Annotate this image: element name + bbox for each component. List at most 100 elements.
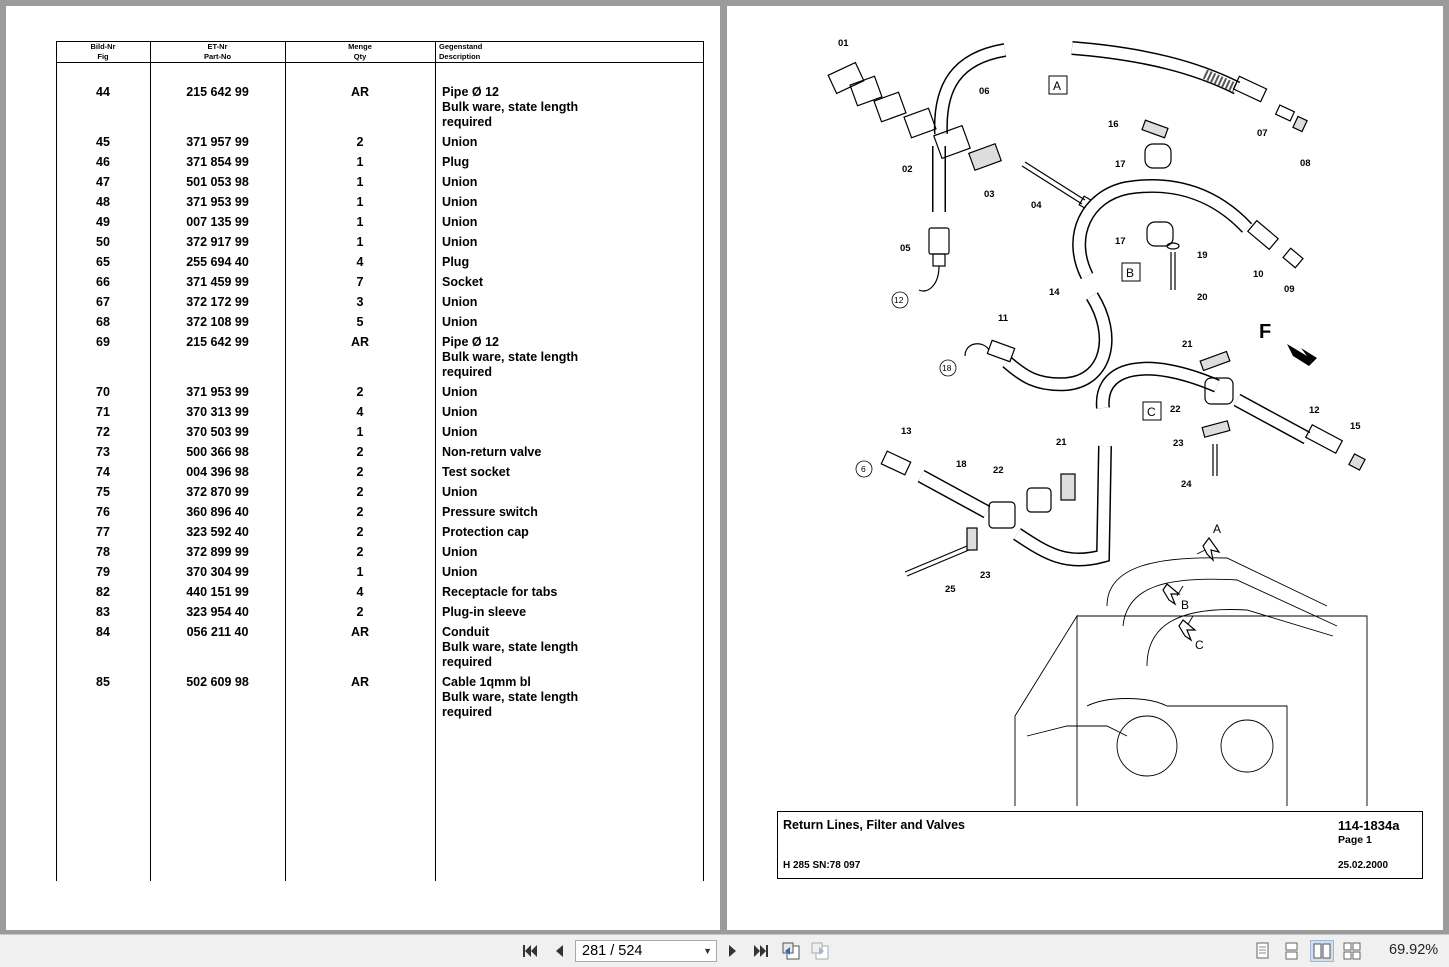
part-number-cell: 501 053 98 [186, 175, 249, 189]
description-line: Bulk ware, state length [442, 350, 579, 364]
callout-08: 08 [1300, 158, 1311, 169]
description-cell: Cable 1qmm bl Bulk ware, state length requ… [442, 675, 702, 720]
go-forward-view-button[interactable] [809, 940, 831, 962]
continuous-facing-view-button[interactable] [1341, 940, 1363, 962]
description-line: Conduit [442, 625, 490, 639]
callout-25: 25 [945, 584, 956, 595]
table-header-rule [56, 62, 704, 63]
description-line: required [442, 705, 493, 719]
go-back-view-button[interactable] [780, 940, 802, 962]
part-number-cell: 370 304 99 [186, 565, 249, 579]
quantity-cell: 1 [356, 195, 364, 209]
callout-04: 04 [1031, 200, 1042, 211]
description-line: Union [442, 485, 478, 499]
fig-number-cell: 84 [96, 625, 110, 639]
callout-23b: 23 [980, 570, 991, 581]
part-number-cell: 255 694 40 [186, 255, 249, 269]
description-cell: Conduit Bulk ware, state length required [442, 625, 702, 670]
description-line: Union [442, 565, 478, 579]
part-number-cell: 371 957 99 [186, 135, 249, 149]
callout-20: 20 [1197, 292, 1208, 303]
part-number-cell: 440 151 99 [186, 585, 249, 599]
callout-11: 11 [998, 313, 1009, 324]
description-cell: Plug [442, 255, 702, 270]
table-col-border [435, 41, 436, 881]
description-cell: Pipe Ø 12 Bulk ware, state length required [442, 335, 702, 380]
part-number-cell: 371 854 99 [186, 155, 249, 169]
description-cell: Union [442, 545, 702, 560]
header-fig: Bild-Nr Fig [56, 42, 150, 62]
previous-page-button[interactable] [548, 940, 570, 962]
description-cell: Union [442, 195, 702, 210]
quantity-cell: AR [350, 675, 370, 689]
part-number-cell: 215 642 99 [186, 85, 249, 99]
description-line: Pipe Ø 12 [442, 85, 499, 99]
continuous-page-icon [1285, 942, 1298, 960]
fig-number-cell: 50 [96, 235, 110, 249]
header-part-en: Part-No [203, 52, 232, 61]
description-cell: Receptacle for tabs [442, 585, 702, 600]
description-line: Cable 1qmm bl [442, 675, 531, 689]
header-desc-en: Description [439, 52, 481, 61]
callout-23: 23 [1173, 438, 1184, 449]
header-fig-en: Fig [97, 52, 109, 61]
callout-19: 19 [1197, 250, 1208, 261]
callout-18: 18 [956, 459, 967, 470]
fig-number-cell: 76 [96, 505, 110, 519]
callout-14: 14 [1049, 287, 1060, 298]
quantity-cell: AR [350, 85, 370, 99]
fig-number-cell: 79 [96, 565, 110, 579]
fitting-05 [918, 227, 950, 292]
header-desc: Gegenstand Description [439, 42, 639, 62]
quantity-cell: 2 [356, 135, 364, 149]
drawing-number: 114-1834a [1338, 818, 1400, 833]
fig-number-cell: 82 [96, 585, 110, 599]
single-page-view-button[interactable] [1251, 940, 1273, 962]
page-number-field[interactable]: 281 / 524 ▼ [575, 940, 717, 962]
header-qty-de: Menge [348, 42, 372, 51]
detail-box-c-label: C [1147, 405, 1156, 419]
description-line: Receptacle for tabs [442, 585, 558, 599]
description-cell: Union [442, 565, 702, 580]
callout-09: 09 [1284, 284, 1295, 295]
zoom-level[interactable]: 69.92% [1389, 942, 1438, 958]
left-document-page: Bild-Nr Fig ET-Nr Part-No Menge Qty Gege… [6, 6, 720, 930]
circled-label-18: 18 [942, 363, 952, 373]
continuous-view-button[interactable] [1280, 940, 1302, 962]
fig-number-cell: 75 [96, 485, 110, 499]
part-number-cell: 371 459 99 [186, 275, 249, 289]
callout-06: 06 [979, 86, 990, 97]
facing-pages-view-button[interactable] [1310, 940, 1334, 962]
callout-17b: 17 [1115, 236, 1126, 247]
circled-label-12: 12 [894, 295, 904, 305]
first-page-button[interactable] [519, 940, 541, 962]
continuous-facing-icon [1343, 942, 1361, 960]
page-number-text: 281 / 524 [582, 943, 643, 959]
callout-22: 22 [1170, 404, 1181, 415]
quantity-cell: 4 [356, 585, 364, 599]
quantity-cell: 3 [356, 295, 364, 309]
part-number-cell: 500 366 98 [186, 445, 249, 459]
quantity-cell: 2 [356, 605, 364, 619]
circled-label-6: 6 [861, 464, 866, 474]
detail-arrows: A B C [1162, 522, 1221, 652]
fig-number-cell: 66 [96, 275, 110, 289]
quantity-cell: 4 [356, 405, 364, 419]
quantity-cell: 1 [356, 425, 364, 439]
callout-24: 24 [1181, 479, 1192, 490]
next-page-button[interactable] [722, 940, 744, 962]
description-line: Pipe Ø 12 [442, 335, 499, 349]
description-line: Union [442, 295, 478, 309]
quantity-cell: 4 [356, 255, 364, 269]
fig-number-cell: 70 [96, 385, 110, 399]
last-page-button[interactable] [750, 940, 772, 962]
chevron-down-icon[interactable]: ▼ [703, 941, 712, 961]
part-number-cell: 360 896 40 [186, 505, 249, 519]
fig-number-cell: 78 [96, 545, 110, 559]
description-line: Union [442, 425, 478, 439]
description-cell: Union [442, 215, 702, 230]
description-cell: Pressure switch [442, 505, 702, 520]
part-number-cell: 371 953 99 [186, 385, 249, 399]
quantity-cell: 2 [356, 545, 364, 559]
part-number-cell: 371 953 99 [186, 195, 249, 209]
